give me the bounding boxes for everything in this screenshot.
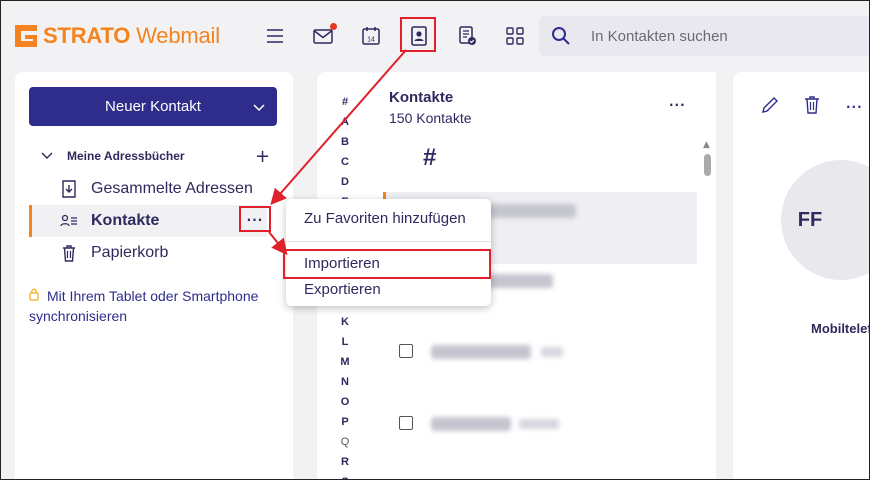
import-highlight-box xyxy=(283,249,491,279)
menu-divider xyxy=(286,241,491,242)
delete-icon[interactable] xyxy=(804,96,820,118)
alpha-letter[interactable]: S xyxy=(337,472,353,479)
alpha-letter[interactable]: P xyxy=(337,412,353,432)
search-bar xyxy=(539,16,869,56)
avatar: FF xyxy=(781,160,869,280)
new-contact-label: Neuer Kontakt xyxy=(105,98,201,115)
list-item[interactable] xyxy=(383,316,694,388)
menu-item-add-favorites[interactable]: Zu Favoriten hinzufügen xyxy=(304,210,466,227)
sidebar-item-label: Gesammelte Adressen xyxy=(91,180,253,197)
select-checkbox[interactable] xyxy=(399,344,413,358)
edit-icon[interactable] xyxy=(761,96,779,118)
alpha-letter[interactable]: Q xyxy=(337,432,353,452)
apps-grid-icon[interactable] xyxy=(500,21,530,51)
alpha-letter[interactable]: C xyxy=(337,152,353,172)
contacts-highlight-box xyxy=(400,17,436,52)
sidebar-item-collected-addresses[interactable]: Gesammelte Adressen xyxy=(29,173,293,205)
list-title: Kontakte xyxy=(389,89,454,106)
address-books-title: Meine Adressbücher xyxy=(67,149,185,163)
app-window: STRATO Webmail 14 N xyxy=(0,0,870,480)
strato-logo-icon xyxy=(15,25,37,47)
sidebar-item-label: Papierkorb xyxy=(91,244,169,261)
collected-addresses-icon xyxy=(59,180,79,198)
sidebar-item-kontakte[interactable]: Kontakte xyxy=(29,205,267,237)
tasks-icon[interactable] xyxy=(452,21,482,51)
sidebar-item-trash[interactable]: Papierkorb xyxy=(29,237,293,269)
alpha-letter[interactable]: N xyxy=(337,372,353,392)
contact-name-redacted xyxy=(483,274,553,288)
contact-name-redacted xyxy=(486,204,576,218)
search-icon[interactable] xyxy=(549,24,573,48)
avatar-initials: FF xyxy=(797,208,823,231)
detail-more-button[interactable]: ··· xyxy=(846,100,863,114)
contact-detail-redacted xyxy=(519,419,559,429)
scrollbar[interactable]: ▲ xyxy=(703,140,713,479)
add-address-book-icon[interactable]: + xyxy=(255,148,270,166)
sync-link[interactable]: Mit Ihrem Tablet oder Smartphone synchro… xyxy=(29,286,259,326)
contact-name-redacted xyxy=(431,345,531,359)
mail-icon[interactable] xyxy=(308,21,338,51)
trash-icon xyxy=(59,244,79,262)
menu-icon[interactable] xyxy=(260,21,290,51)
scroll-thumb[interactable] xyxy=(704,154,711,176)
alpha-letter[interactable]: R xyxy=(337,452,353,472)
group-header: # xyxy=(423,144,437,171)
alpha-letter[interactable]: O xyxy=(337,392,353,412)
strato-logo[interactable]: STRATO Webmail xyxy=(15,23,220,49)
top-bar: STRATO Webmail 14 xyxy=(1,1,869,71)
alpha-letter[interactable]: # xyxy=(337,92,353,112)
svg-text:14: 14 xyxy=(367,37,375,44)
alpha-letter[interactable]: K xyxy=(337,312,353,332)
chevron-down-icon[interactable] xyxy=(253,99,265,116)
search-input[interactable] xyxy=(589,26,853,46)
contact-name-redacted xyxy=(431,417,511,431)
list-item[interactable] xyxy=(383,388,694,460)
unread-badge xyxy=(330,23,337,30)
alpha-letter[interactable]: B xyxy=(337,132,353,152)
address-books-header[interactable]: Meine Adressbücher xyxy=(41,149,185,163)
contact-detail-panel: ··· FF Mobiltelefon xyxy=(733,72,869,479)
sidebar-item-label: Kontakte xyxy=(91,212,160,229)
alpha-letter[interactable]: A xyxy=(337,112,353,132)
contact-list-icon xyxy=(59,214,79,228)
select-checkbox[interactable] xyxy=(399,416,413,430)
sync-text: Mit Ihrem Tablet oder Smartphone synchro… xyxy=(29,288,259,324)
new-contact-button[interactable]: Neuer Kontakt xyxy=(29,87,277,126)
lock-icon xyxy=(29,286,39,306)
list-more-button[interactable]: ··· xyxy=(669,98,686,112)
alpha-letter[interactable]: D xyxy=(337,172,353,192)
mobile-field-label: Mobiltelefon xyxy=(811,321,869,336)
more-button-highlight-box xyxy=(239,206,271,232)
menu-item-export[interactable]: Exportieren xyxy=(304,281,381,298)
chevron-down-icon[interactable] xyxy=(41,149,53,163)
contact-count: 150 Kontakte xyxy=(389,110,472,126)
calendar-icon[interactable]: 14 xyxy=(356,21,386,51)
alpha-letter[interactable]: L xyxy=(337,332,353,352)
logo-text: STRATO Webmail xyxy=(43,23,220,48)
alpha-letter[interactable]: M xyxy=(337,352,353,372)
scroll-up-arrow-icon[interactable]: ▲ xyxy=(703,140,710,150)
contact-detail-redacted xyxy=(541,347,563,357)
sidebar: Neuer Kontakt Meine Adressbücher + Gesam… xyxy=(15,72,293,479)
